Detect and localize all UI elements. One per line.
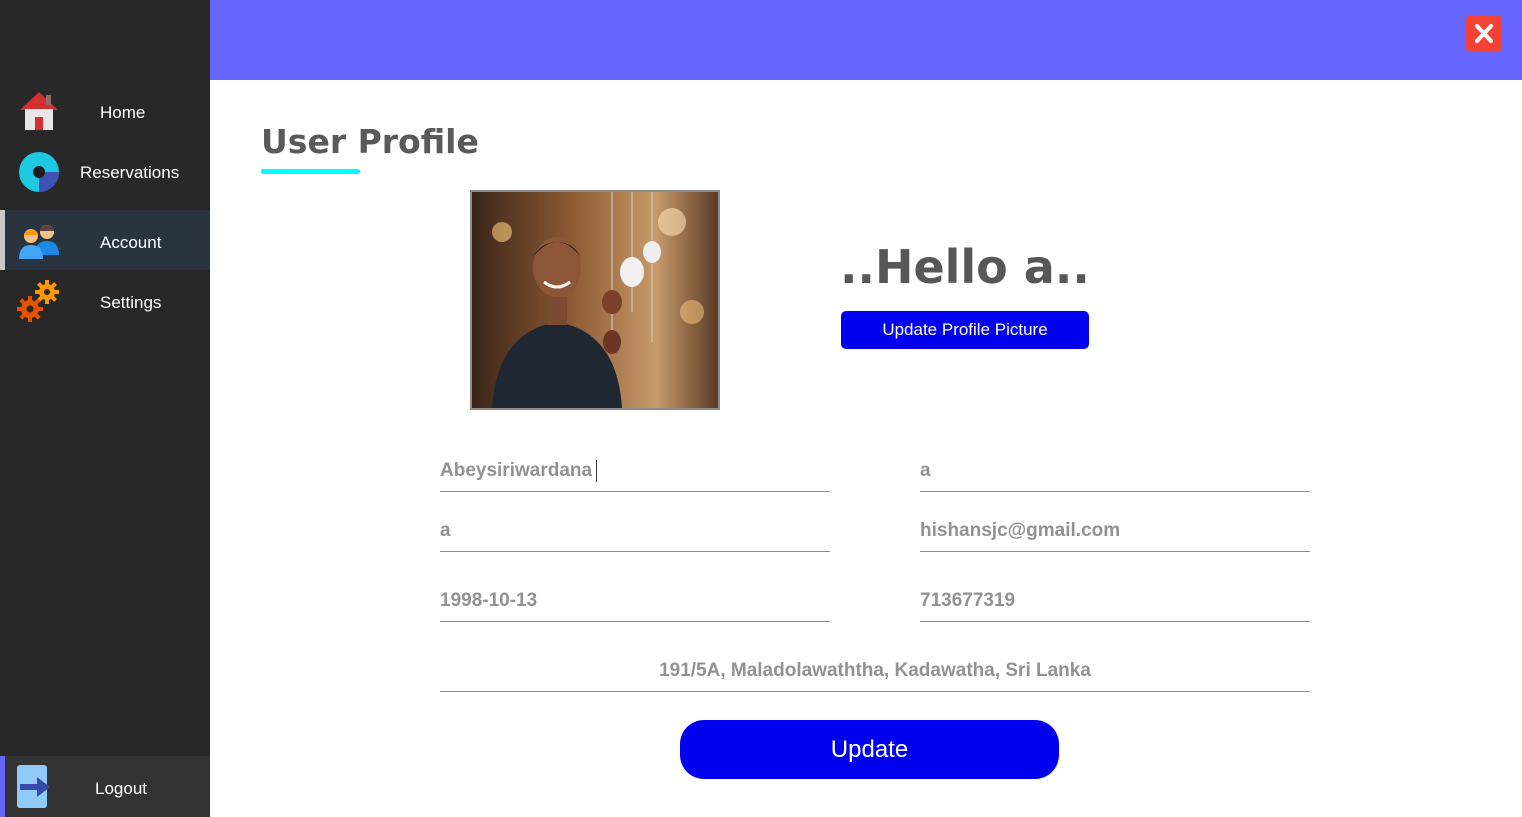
page-title: User Profile [261, 122, 479, 161]
logout-label: Logout [95, 779, 147, 798]
profile-picture [470, 190, 720, 410]
username-input[interactable] [440, 512, 830, 550]
birthday-field [440, 582, 830, 622]
last-name-input[interactable] [440, 452, 830, 490]
close-button[interactable] [1466, 16, 1502, 51]
email-field [920, 512, 1310, 552]
top-bar [210, 0, 1522, 80]
greeting: ..Hello a.. [840, 240, 1090, 294]
address-field [440, 652, 1310, 692]
update-button[interactable]: Update [680, 720, 1059, 779]
first-name-input[interactable] [920, 452, 1310, 490]
email-input[interactable] [920, 512, 1310, 550]
house-icon [17, 89, 61, 133]
sidebar-item-label: Account [100, 233, 162, 252]
title-underline [261, 169, 360, 174]
phone-input[interactable] [920, 582, 1310, 620]
last-name-field [440, 452, 830, 492]
logout-button[interactable]: Logout [0, 756, 210, 817]
sidebar: Home Reservations Account Settings Logou… [0, 0, 210, 817]
pie-chart-icon [17, 150, 61, 194]
sidebar-item-label: Reservations [80, 163, 180, 182]
username-field [440, 512, 830, 552]
update-profile-picture-button[interactable]: Update Profile Picture [841, 311, 1089, 349]
sidebar-item-home[interactable]: Home [0, 82, 210, 142]
users-icon [17, 219, 61, 263]
close-icon [1475, 24, 1493, 43]
birthday-input[interactable] [440, 582, 830, 620]
logout-arrow-icon [15, 765, 59, 809]
text-cursor [596, 460, 597, 482]
sidebar-item-account[interactable]: Account [0, 210, 210, 270]
sidebar-item-reservations[interactable]: Reservations [0, 142, 210, 202]
address-input[interactable] [440, 652, 1310, 690]
gears-icon [17, 278, 61, 322]
sidebar-item-settings[interactable]: Settings [0, 272, 210, 332]
first-name-field [920, 452, 1310, 492]
sidebar-item-label: Settings [100, 293, 162, 312]
sidebar-item-label: Home [100, 103, 146, 122]
phone-field [920, 582, 1310, 622]
